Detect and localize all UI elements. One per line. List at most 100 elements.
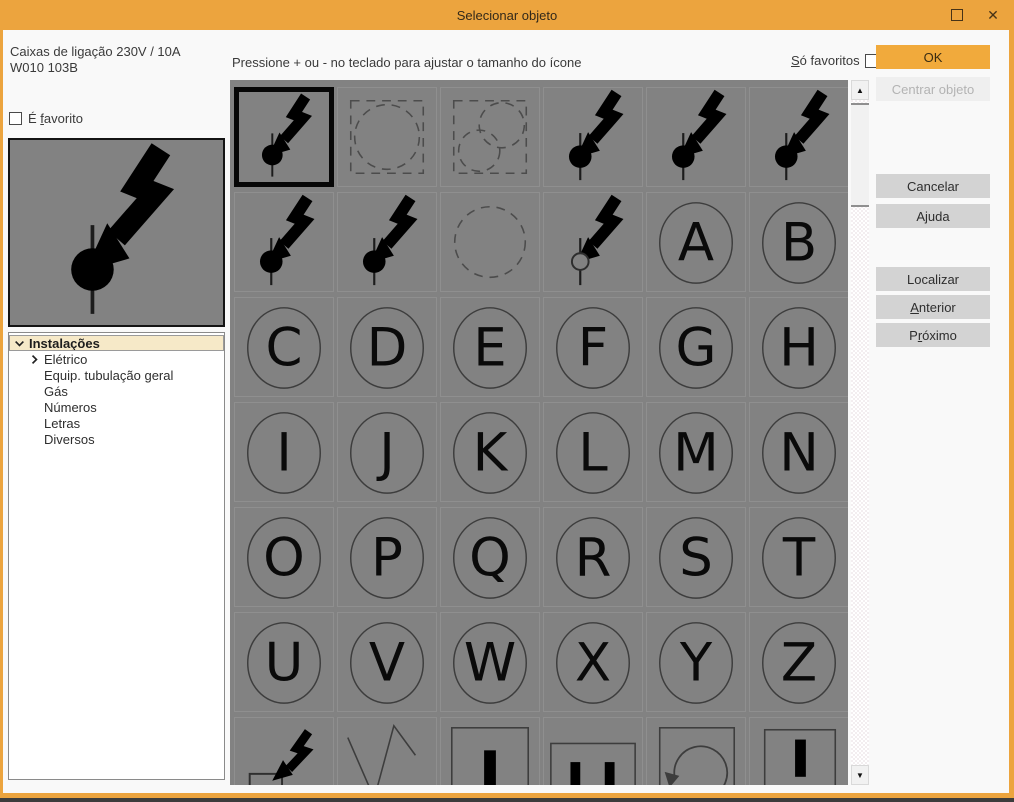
svg-text:Y: Y — [679, 632, 713, 693]
svg-text:L: L — [578, 422, 608, 483]
object-tile-C[interactable]: C — [234, 297, 334, 397]
help-button[interactable]: Ajuda — [876, 204, 990, 228]
object-tile-H[interactable]: H — [749, 297, 848, 397]
object-grid-cells: AB C DEFG H IJ K LMN OP Q RST UVWXY Z — [230, 80, 848, 785]
svg-text:P: P — [371, 527, 403, 588]
object-tile-dashed-circle[interactable] — [440, 192, 540, 292]
object-tile-bolt-box[interactable] — [234, 717, 334, 785]
object-tile-P[interactable]: P — [337, 507, 437, 607]
object-tile-O[interactable]: O — [234, 507, 334, 607]
object-tile-box-bar[interactable] — [440, 717, 540, 785]
grid-scrollbar[interactable]: ▲ ▼ — [851, 80, 869, 785]
locate-button[interactable]: Localizar — [876, 267, 990, 291]
maximize-icon — [951, 9, 963, 21]
scroll-down-button[interactable]: ▼ — [851, 765, 869, 785]
svg-text:Q: Q — [469, 527, 511, 588]
previous-button[interactable]: Anterior — [876, 295, 990, 319]
object-tile-X[interactable]: X — [543, 612, 643, 712]
is-favorite-label: É favorito — [28, 111, 83, 126]
tree-item-0[interactable]: Instalações — [9, 335, 224, 351]
close-icon: ✕ — [987, 7, 999, 24]
object-tile-dashed-square-two-circles[interactable] — [440, 87, 540, 187]
tree-item-3[interactable]: Gás — [9, 383, 224, 399]
only-favorites-label: Só favoritos — [791, 53, 860, 68]
object-tile-box-two-bars[interactable] — [543, 717, 643, 785]
object-preview — [8, 138, 225, 327]
object-tile-D[interactable]: D — [337, 297, 437, 397]
object-tile-Z[interactable]: Z — [749, 612, 848, 712]
chevron-spacer — [29, 418, 44, 429]
object-grid: AB C DEFG H IJ K LMN OP Q RST UVWXY Z — [230, 80, 848, 785]
tree-item-4[interactable]: Números — [9, 399, 224, 415]
object-tile-V[interactable]: V — [337, 612, 437, 712]
close-button[interactable]: ✕ — [976, 0, 1010, 30]
object-tile-B[interactable]: B — [749, 192, 848, 292]
maximize-button[interactable] — [940, 0, 974, 30]
object-tile-M[interactable]: M — [646, 402, 746, 502]
object-tile-zigzag[interactable] — [337, 717, 437, 785]
object-tile-F[interactable]: F — [543, 297, 643, 397]
object-tile-bolt[interactable] — [234, 192, 334, 292]
object-tile-box-arrow[interactable] — [646, 717, 746, 785]
svg-text:K: K — [473, 422, 509, 483]
cancel-button[interactable]: Cancelar — [876, 174, 990, 198]
center-object-button: Centrar objeto — [876, 77, 990, 101]
object-tile-A[interactable]: A — [646, 192, 746, 292]
object-tile-bolt[interactable] — [543, 87, 643, 187]
svg-text:C: C — [266, 317, 303, 378]
tree-item-label: Elétrico — [44, 352, 87, 367]
object-tile-Q[interactable]: Q — [440, 507, 540, 607]
svg-text:J: J — [376, 422, 395, 483]
window-shadow — [0, 798, 1014, 802]
object-tile-bolt[interactable] — [749, 87, 848, 187]
selected-object-name: Caixas de ligação 230V / 10A W010 103B — [10, 44, 181, 76]
object-tile-W[interactable]: W — [440, 612, 540, 712]
svg-text:W: W — [464, 632, 516, 693]
svg-text:A: A — [678, 212, 714, 273]
scroll-down-icon: ▼ — [856, 771, 864, 780]
window-border-left — [0, 30, 3, 794]
object-tile-S[interactable]: S — [646, 507, 746, 607]
object-tile-bolt[interactable] — [646, 87, 746, 187]
ok-button[interactable]: OK — [876, 45, 990, 69]
svg-text:G: G — [676, 317, 717, 378]
object-tile-L[interactable]: L — [543, 402, 643, 502]
svg-text:V: V — [369, 632, 405, 693]
object-tile-R[interactable]: R — [543, 507, 643, 607]
svg-text:R: R — [575, 527, 612, 588]
object-tile-box-bar-dot[interactable] — [749, 717, 848, 785]
resize-hint-text: Pressione + ou - no teclado para ajustar… — [232, 55, 581, 70]
object-tile-E[interactable]: E — [440, 297, 540, 397]
object-tile-I[interactable]: I — [234, 402, 334, 502]
object-tile-dashed-square-circle[interactable] — [337, 87, 437, 187]
object-tile-bolt-open[interactable] — [543, 192, 643, 292]
dialog-title: Selecionar objeto — [0, 0, 1014, 30]
next-button[interactable]: Próximo — [876, 323, 990, 347]
object-code-line2: W010 103B — [10, 60, 181, 76]
object-tile-U[interactable]: U — [234, 612, 334, 712]
tree-item-1[interactable]: Elétrico — [9, 351, 224, 367]
svg-text:Z: Z — [781, 632, 817, 693]
object-tile-bolt[interactable] — [337, 192, 437, 292]
chevron-spacer — [29, 370, 44, 381]
object-tile-K[interactable]: K — [440, 402, 540, 502]
tree-item-5[interactable]: Letras — [9, 415, 224, 431]
is-favorite-checkbox[interactable] — [9, 112, 22, 125]
svg-text:H: H — [779, 317, 819, 378]
object-tile-Y[interactable]: Y — [646, 612, 746, 712]
chevron-right-icon — [29, 354, 44, 365]
tree-item-2[interactable]: Equip. tubulação geral — [9, 367, 224, 383]
object-tile-G[interactable]: G — [646, 297, 746, 397]
tree-item-label: Instalações — [29, 336, 100, 351]
object-tile-J[interactable]: J — [337, 402, 437, 502]
tree-item-6[interactable]: Diversos — [9, 431, 224, 447]
object-tile-bolt[interactable] — [234, 87, 334, 187]
object-tile-T[interactable]: T — [749, 507, 848, 607]
tree-item-label: Números — [44, 400, 97, 415]
titlebar: Selecionar objeto ✕ — [0, 0, 1014, 30]
scroll-up-button[interactable]: ▲ — [851, 80, 869, 100]
svg-text:D: D — [367, 317, 408, 378]
object-tile-N[interactable]: N — [749, 402, 848, 502]
category-tree: InstalaçõesElétricoEquip. tubulação gera… — [8, 332, 225, 780]
scrollbar-thumb[interactable] — [851, 103, 869, 207]
